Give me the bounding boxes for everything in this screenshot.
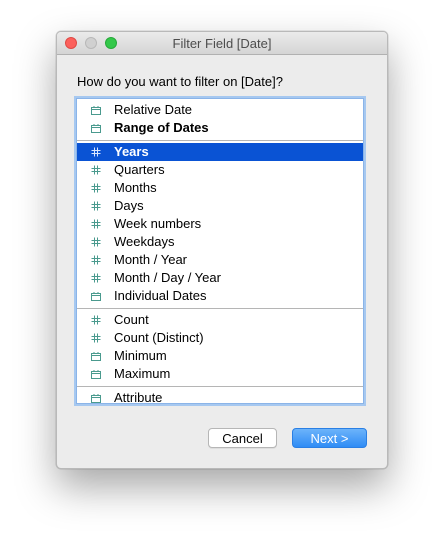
list-separator xyxy=(77,140,363,141)
list-item[interactable]: Month / Year xyxy=(77,251,363,269)
hash-icon xyxy=(91,233,103,251)
list-separator xyxy=(77,308,363,309)
list-item[interactable]: Attribute xyxy=(77,389,363,404)
calendar-icon xyxy=(91,119,103,137)
list-item[interactable]: Count xyxy=(77,311,363,329)
list-item-label: Individual Dates xyxy=(114,288,207,303)
list-item-label: Weekdays xyxy=(114,234,175,249)
calendar-icon xyxy=(91,389,103,403)
list-item[interactable]: Days xyxy=(77,197,363,215)
calendar-icon xyxy=(91,287,103,305)
list-item[interactable]: Count (Distinct) xyxy=(77,329,363,347)
calendar-icon xyxy=(91,101,103,119)
list-item-label: Quarters xyxy=(114,162,165,177)
list-item[interactable]: Minimum xyxy=(77,347,363,365)
list-item-label: Months xyxy=(114,180,157,195)
list-item-label: Month / Year xyxy=(114,252,187,267)
list-item-label: Years xyxy=(114,144,149,159)
list-item[interactable]: Quarters xyxy=(77,161,363,179)
list-item-label: Week numbers xyxy=(114,216,202,231)
list-item-label: Minimum xyxy=(114,348,167,363)
filter-prompt: How do you want to filter on [Date]? xyxy=(77,74,283,89)
list-item[interactable]: Months xyxy=(77,179,363,197)
hash-icon xyxy=(91,197,103,215)
list-item-label: Relative Date xyxy=(114,102,193,117)
filter-field-dialog: Filter Field [Date] How do you want to f… xyxy=(56,31,388,469)
hash-icon xyxy=(91,161,103,179)
filter-options-list[interactable]: Relative Date Range of Dates Years Quarters… xyxy=(76,98,364,404)
next-button[interactable]: Next > xyxy=(292,428,367,448)
calendar-icon xyxy=(91,347,103,365)
list-item[interactable]: Maximum xyxy=(77,365,363,383)
list-item[interactable]: Weekdays xyxy=(77,233,363,251)
list-item-label: Attribute xyxy=(114,390,163,404)
list-item[interactable]: Relative Date xyxy=(77,101,363,119)
hash-icon xyxy=(91,179,103,197)
window-title: Filter Field [Date] xyxy=(172,36,272,51)
list-item[interactable]: Week numbers xyxy=(77,215,363,233)
list-item[interactable]: Individual Dates xyxy=(77,287,363,305)
hash-icon xyxy=(91,143,103,161)
list-item-label: Count (Distinct) xyxy=(114,330,204,345)
hash-icon xyxy=(91,251,103,269)
list-item[interactable]: Range of Dates xyxy=(77,119,363,137)
list-item[interactable]: Month / Day / Year xyxy=(77,269,363,287)
calendar-icon xyxy=(91,365,103,383)
hash-icon xyxy=(91,215,103,233)
cancel-button[interactable]: Cancel xyxy=(208,428,277,448)
list-item-label: Days xyxy=(114,198,144,213)
hash-icon xyxy=(91,269,103,287)
list-item-label: Month / Day / Year xyxy=(114,270,221,285)
hash-icon xyxy=(91,311,103,329)
title-bar[interactable]: Filter Field [Date] xyxy=(57,32,387,55)
list-item-label: Range of Dates xyxy=(114,120,209,135)
list-item-label: Count xyxy=(114,312,149,327)
list-item-label: Maximum xyxy=(114,366,171,381)
hash-icon xyxy=(91,329,103,347)
list-separator xyxy=(77,386,363,387)
list-item[interactable]: Years xyxy=(77,143,363,161)
